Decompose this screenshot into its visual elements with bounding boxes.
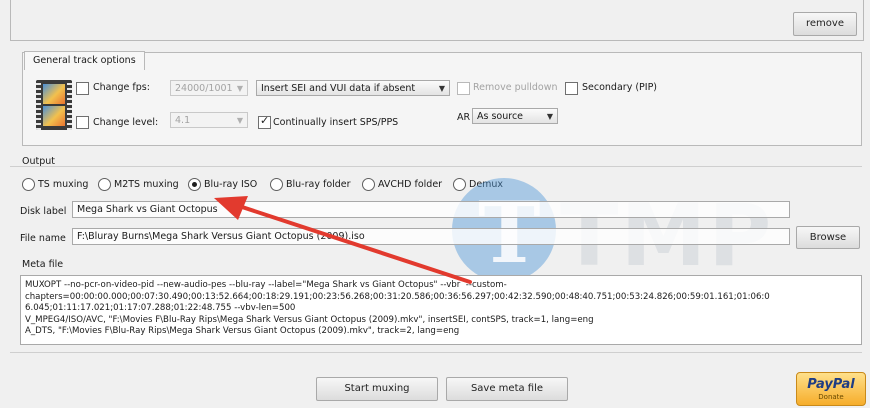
annotation-arrow [214, 196, 472, 284]
